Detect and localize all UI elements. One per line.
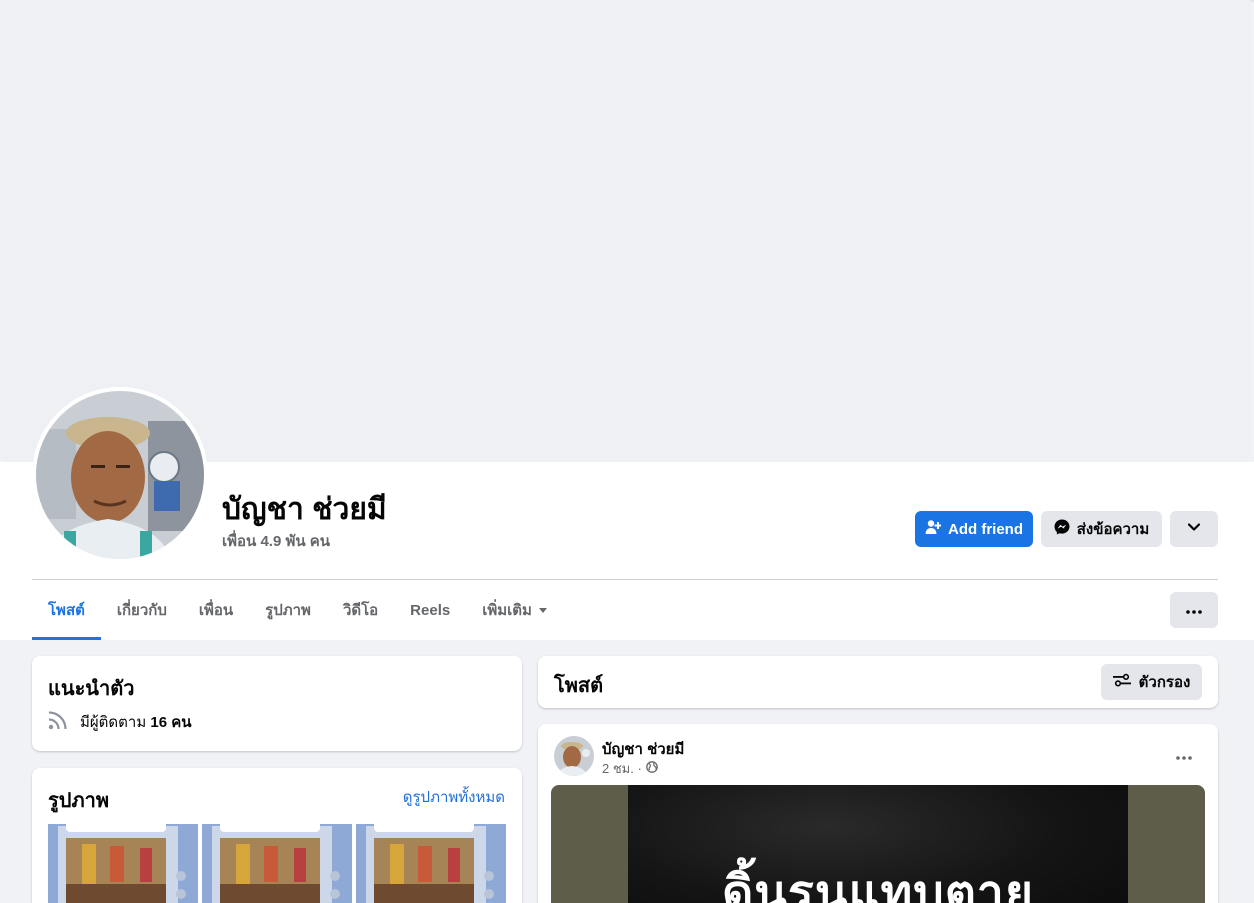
- person-plus-icon: [925, 519, 942, 539]
- tab-label: เพื่อน: [198, 602, 234, 619]
- post-video[interactable]: ดิ้นรนแทบตาย: [551, 785, 1205, 903]
- tab-label: Reels: [410, 601, 451, 619]
- cover-photo[interactable]: [0, 0, 1250, 462]
- sliders-icon: [1112, 673, 1131, 691]
- filter-button[interactable]: ตัวกรอง: [1101, 664, 1202, 700]
- messenger-icon: [1054, 519, 1070, 539]
- add-friend-label: Add friend: [948, 520, 1023, 538]
- post-time[interactable]: 2 ชม. ·: [602, 758, 642, 779]
- followers-count[interactable]: 16 คน: [150, 714, 191, 731]
- caret-down-icon: [538, 602, 548, 619]
- tab-label: วิดีโอ: [342, 602, 379, 619]
- tabs-more-options-button[interactable]: [1170, 592, 1218, 628]
- photo-thumbnail[interactable]: [48, 824, 198, 903]
- message-button[interactable]: ส่งข้อความ: [1041, 511, 1162, 547]
- posts-title: โพสต์: [554, 675, 604, 697]
- followers-row: มีผู้ติดตาม 16 คน: [48, 710, 192, 734]
- friends-count[interactable]: เพื่อน 4.9 พัน คน: [222, 529, 330, 553]
- photos-card: รูปภาพ ดูรูปภาพทั้งหมด: [32, 768, 522, 903]
- intro-title: แนะนำตัว: [48, 678, 135, 700]
- video-caption: ดิ้นรนแทบตาย: [722, 867, 1034, 903]
- globe-icon: [645, 761, 658, 776]
- chevron-down-icon: [1187, 520, 1201, 538]
- tab-videos[interactable]: วิดีโอ: [327, 580, 394, 640]
- see-all-photos-link[interactable]: ดูรูปภาพทั้งหมด: [403, 785, 505, 809]
- filter-label: ตัวกรอง: [1138, 674, 1191, 691]
- photo-thumbnail[interactable]: [356, 824, 506, 903]
- posts-header-card: โพสต์ ตัวกรอง: [538, 656, 1218, 708]
- tab-label: เกี่ยวกับ: [116, 602, 167, 619]
- rss-icon: [48, 710, 68, 734]
- photos-title[interactable]: รูปภาพ: [48, 784, 109, 816]
- tab-friends[interactable]: เพื่อน: [183, 580, 249, 640]
- photo-thumbnail[interactable]: [202, 824, 352, 903]
- photo-thumbnails: [48, 824, 506, 903]
- message-label: ส่งข้อความ: [1076, 521, 1150, 538]
- video-frame: ดิ้นรนแทบตาย: [628, 785, 1128, 903]
- ellipsis-icon: [1186, 601, 1202, 619]
- post-meta: 2 ชม. ·: [602, 758, 658, 779]
- profile-tabs: โพสต์ เกี่ยวกับ เพื่อน รูปภาพ วิดีโอ Ree…: [32, 580, 564, 640]
- tab-label: รูปภาพ: [265, 602, 311, 619]
- intro-card: แนะนำตัว มีผู้ติดตาม 16 คน: [32, 656, 522, 751]
- profile-name: บัญชา ช่วยมี: [222, 493, 387, 526]
- tab-photos[interactable]: รูปภาพ: [249, 580, 327, 640]
- tab-posts[interactable]: โพสต์: [32, 580, 101, 640]
- tab-reels[interactable]: Reels: [394, 580, 466, 640]
- tab-label: เพิ่มเติม: [482, 602, 532, 619]
- post-author-avatar[interactable]: [554, 736, 594, 776]
- post-options-button[interactable]: [1166, 738, 1202, 774]
- followers-prefix: มีผู้ติดตาม: [80, 714, 151, 731]
- add-friend-button[interactable]: Add friend: [915, 511, 1033, 547]
- profile-options-button[interactable]: [1170, 511, 1218, 547]
- tab-more[interactable]: เพิ่มเติม: [466, 580, 564, 640]
- profile-avatar[interactable]: [32, 387, 208, 563]
- tab-label: โพสต์: [48, 602, 85, 619]
- ellipsis-icon: [1176, 747, 1192, 765]
- followers-text: มีผู้ติดตาม 16 คน: [80, 710, 192, 734]
- tab-about[interactable]: เกี่ยวกับ: [101, 580, 183, 640]
- post-card: บัญชา ช่วยมี 2 ชม. · ดิ้นรนแทบตาย: [538, 724, 1218, 903]
